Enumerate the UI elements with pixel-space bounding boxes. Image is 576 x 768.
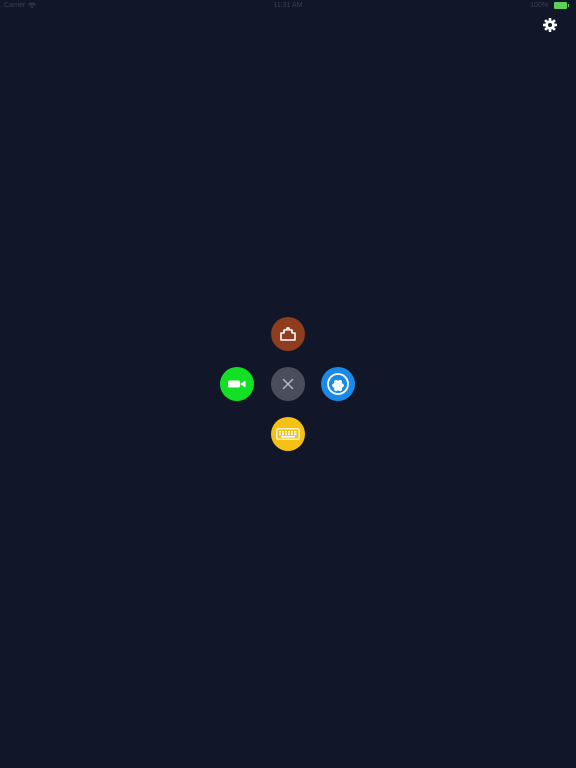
close-menu-button[interactable] (271, 367, 305, 401)
status-bar: Carrier 11:31 AM 100% (0, 0, 576, 12)
camera-icon (228, 380, 246, 388)
keyboard-button[interactable] (271, 417, 305, 451)
battery-icon (554, 2, 569, 9)
serial-connector-button[interactable] (321, 367, 355, 401)
serial-connector-icon (327, 373, 349, 395)
battery-indicator: 100% (530, 2, 569, 9)
close-icon (282, 378, 294, 390)
ethernet-port-button[interactable] (271, 317, 305, 351)
settings-button[interactable] (542, 17, 558, 33)
gear-icon (543, 18, 557, 32)
battery-percent: 100% (530, 2, 548, 9)
camera-button[interactable] (220, 367, 254, 401)
keyboard-icon (276, 428, 300, 440)
ethernet-port-icon (280, 327, 296, 341)
app-screen: Carrier 11:31 AM 100% (0, 0, 576, 768)
status-time: 11:31 AM (273, 2, 303, 9)
